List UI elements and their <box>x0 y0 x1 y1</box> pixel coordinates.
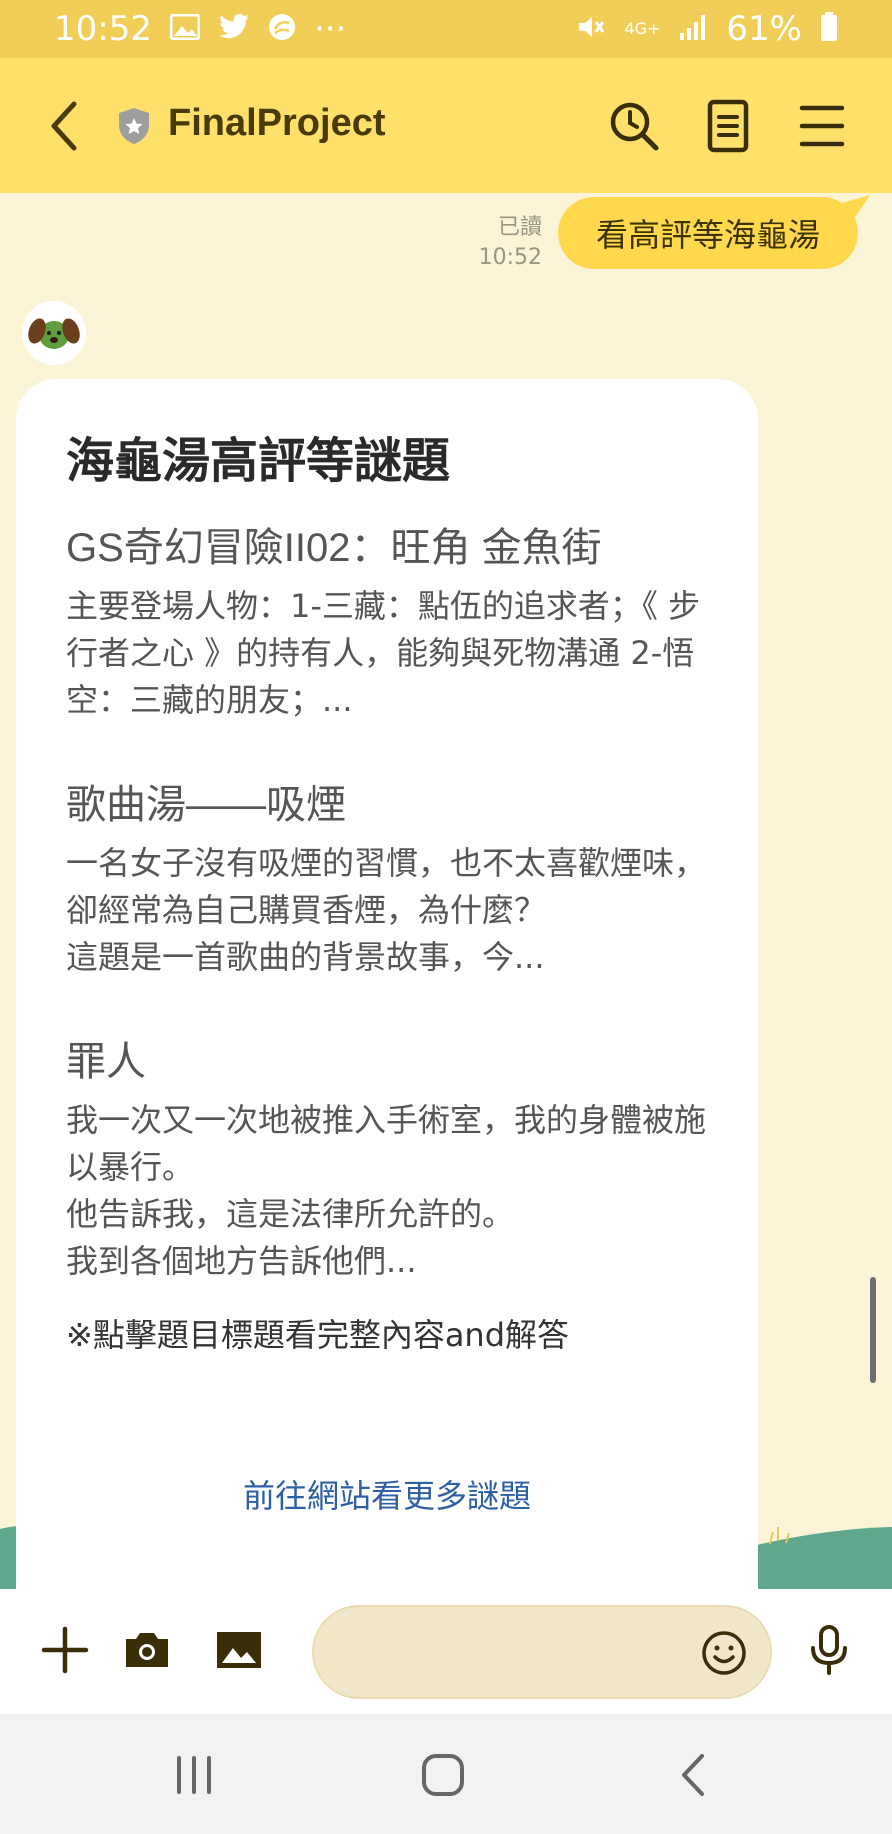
dog-avatar-icon <box>28 318 80 349</box>
gallery-button[interactable] <box>210 1621 268 1679</box>
puzzle-item: GS奇幻冒險II02：旺角 金魚街 主要登場人物：1-三藏：點伍的追求者；《 步… <box>66 521 708 724</box>
puzzle-item-title[interactable]: GS奇幻冒險II02：旺角 金魚街 <box>66 521 708 575</box>
gallery-icon <box>217 1632 261 1668</box>
input-bar <box>0 1589 892 1714</box>
card-title: 海龜湯高評等謎題 <box>66 433 451 489</box>
signal-icon <box>678 13 708 46</box>
camera-button[interactable] <box>118 1621 176 1679</box>
puzzle-item-title[interactable]: 罪人 <box>66 1035 708 1089</box>
mute-icon <box>576 13 606 46</box>
search-history-button[interactable] <box>606 98 662 154</box>
chat-scrollbar[interactable] <box>870 1277 876 1383</box>
emoji-icon <box>702 1631 746 1675</box>
chat-area[interactable]: 已讀 10:52 看高評等海龜湯 海龜湯高評等謎題 GS奇幻冒險II02：旺角 … <box>0 193 892 1589</box>
camera-icon <box>126 1633 168 1667</box>
back-nav-icon <box>682 1754 704 1796</box>
puzzle-item-body: 我一次又一次地被推入手術室，我的身體被施以暴行。 他告訴我，這是法律所允許的。 … <box>66 1101 707 1280</box>
search-history-icon <box>610 102 659 151</box>
chat-title[interactable]: FinalProject <box>168 102 386 145</box>
message-field[interactable] <box>312 1605 772 1699</box>
battery-icon <box>820 11 838 47</box>
message-time: 10:52 <box>478 245 542 270</box>
puzzle-item-title[interactable]: 歌曲湯——吸煙 <box>66 778 708 832</box>
status-bar: 10:52 ··· 4G+ 61% <box>0 0 892 58</box>
back-icon <box>51 101 77 151</box>
puzzle-item-body: 一名女子沒有吸煙的習慣，也不太喜歡煙味，卻經常為自己購買香煙，為什麼？ 這題是一… <box>66 844 707 976</box>
app-bar: FinalProject <box>0 58 892 193</box>
app-notify-icon <box>268 13 296 46</box>
shield-icon <box>116 106 152 146</box>
microphone-icon <box>811 1625 847 1675</box>
plus-button[interactable] <box>36 1621 94 1679</box>
home-button[interactable] <box>413 1750 473 1800</box>
home-icon <box>422 1754 464 1796</box>
menu-icon <box>799 105 845 147</box>
message-input[interactable] <box>344 1627 688 1679</box>
back-nav-button[interactable] <box>664 1750 724 1800</box>
status-time: 10:52 <box>54 9 152 49</box>
notes-button[interactable] <box>700 98 756 154</box>
plus-icon <box>41 1626 89 1674</box>
status-right: 4G+ 61% <box>576 9 838 49</box>
emoji-button[interactable] <box>698 1627 750 1679</box>
status-more: ··· <box>313 9 347 49</box>
message-read-status: 已讀 10:52 <box>479 213 542 273</box>
menu-button[interactable] <box>794 98 850 154</box>
card-note: ※點擊題目標題看完整內容and解答 <box>66 1316 570 1354</box>
recent-apps-icon <box>177 1756 211 1794</box>
back-button[interactable] <box>44 98 84 154</box>
system-nav-bar <box>0 1714 892 1834</box>
microphone-button[interactable] <box>800 1621 858 1679</box>
network-type: 4G+ <box>624 19 661 38</box>
more-puzzles-link[interactable]: 前往網站看更多謎題 <box>16 1471 758 1517</box>
puzzle-item-body: 主要登場人物：1-三藏：點伍的追求者；《 步行者之心 》的持有人，能夠與死物溝通… <box>66 587 701 719</box>
battery-level: 61% <box>726 9 802 49</box>
bot-avatar[interactable] <box>22 301 86 365</box>
image-icon <box>169 13 201 45</box>
sent-message-bubble[interactable]: 看高評等海龜湯 <box>558 197 858 269</box>
recent-apps-button[interactable] <box>164 1750 224 1800</box>
read-label: 已讀 <box>497 215 542 240</box>
puzzle-card: 海龜湯高評等謎題 GS奇幻冒險II02：旺角 金魚街 主要登場人物：1-三藏：點… <box>16 379 758 1589</box>
status-left: 10:52 ··· <box>54 9 346 49</box>
puzzle-item: 罪人 我一次又一次地被推入手術室，我的身體被施以暴行。 他告訴我，這是法律所允許… <box>66 1035 708 1285</box>
notes-icon <box>707 99 749 153</box>
puzzle-item: 歌曲湯——吸煙 一名女子沒有吸煙的習慣，也不太喜歡煙味，卻經常為自己購買香煙，為… <box>66 778 708 981</box>
twitter-icon <box>218 13 250 45</box>
